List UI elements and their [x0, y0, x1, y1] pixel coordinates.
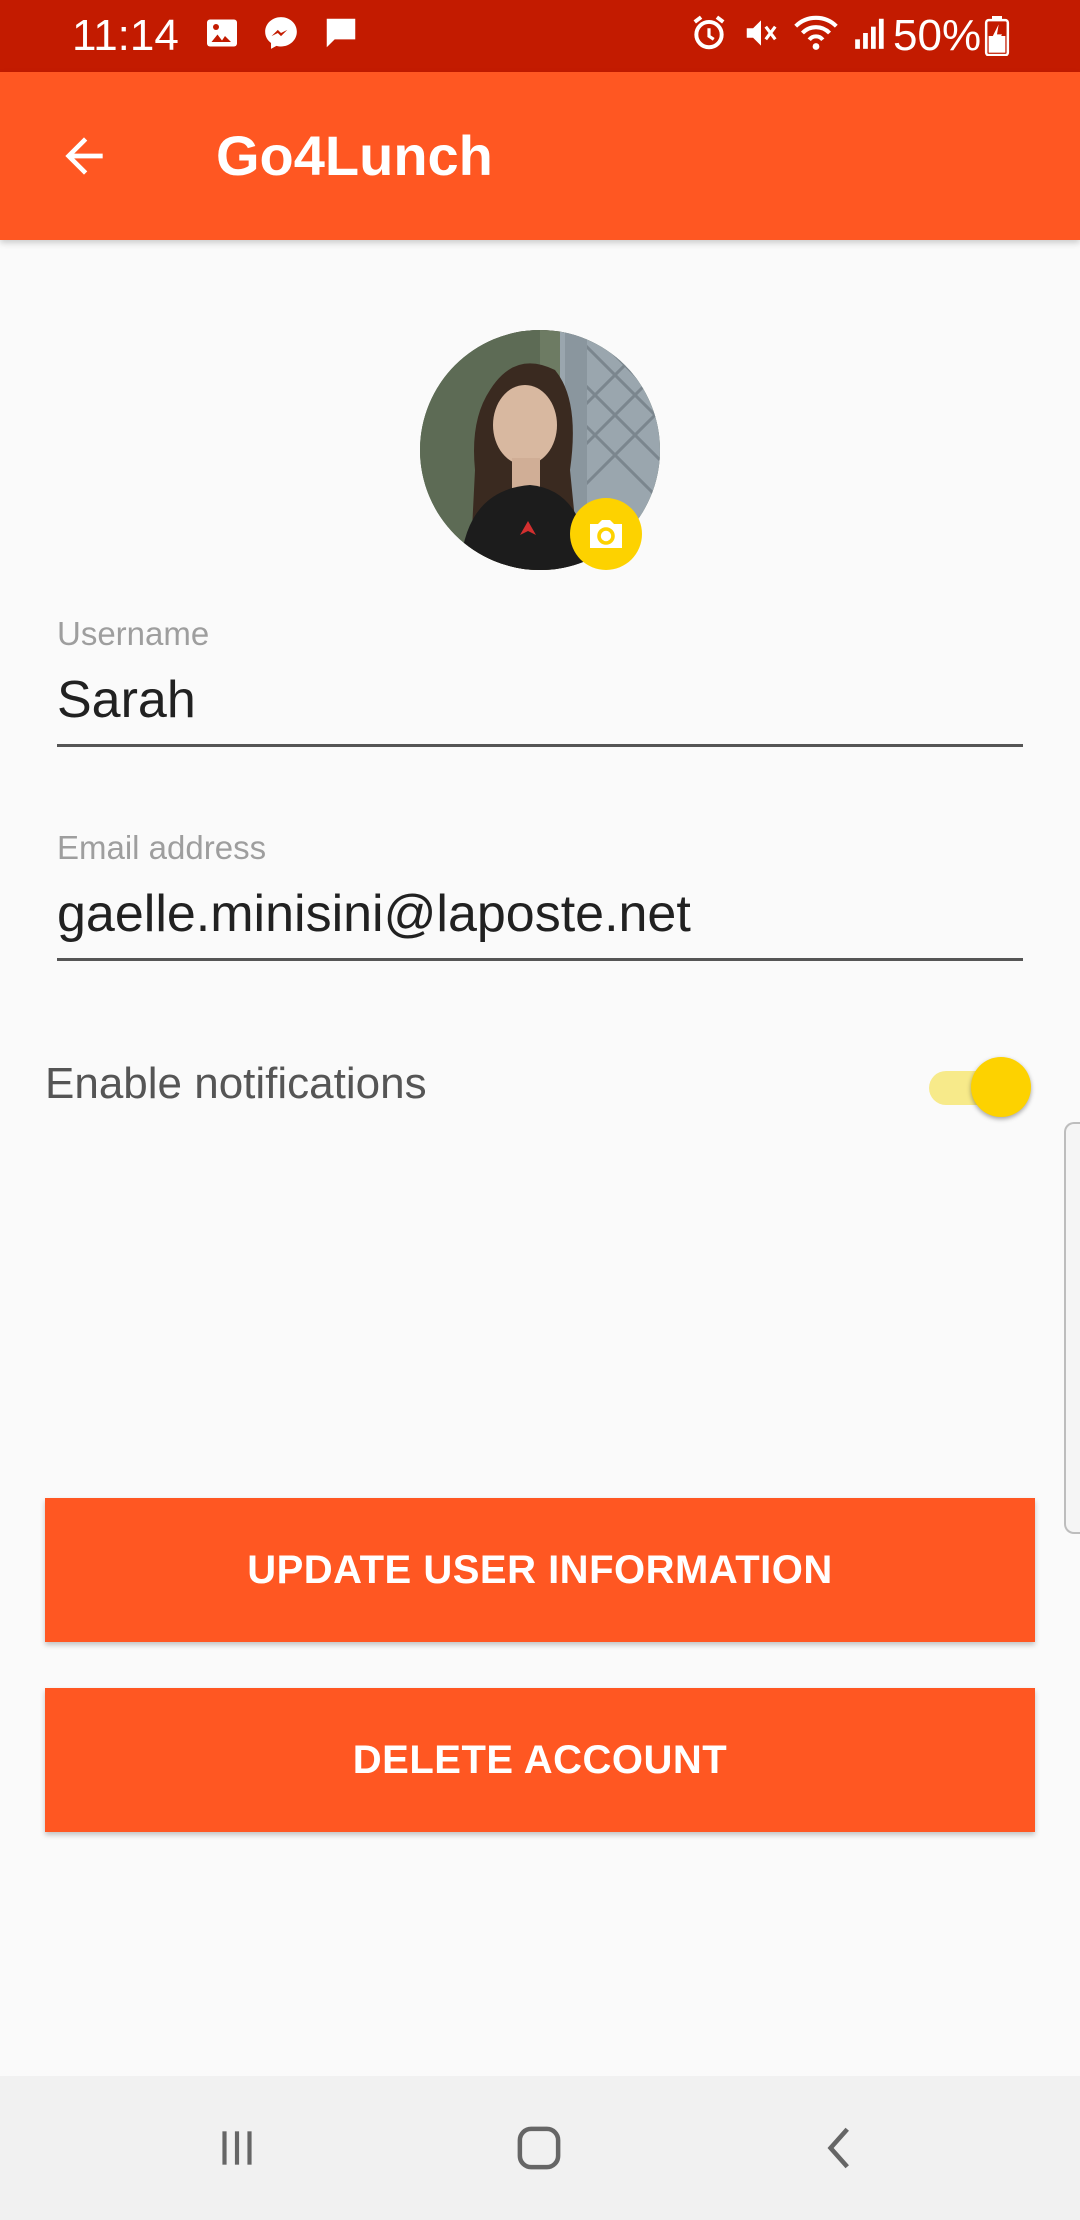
recents-icon: [222, 2131, 252, 2165]
wifi-icon: [794, 14, 838, 57]
home-icon: [517, 2126, 561, 2170]
email-input[interactable]: [57, 868, 1023, 961]
system-nav-bar: [0, 2076, 1080, 2220]
recents-button[interactable]: [192, 2112, 282, 2184]
status-time: 11:14: [72, 11, 179, 60]
camera-icon: [590, 520, 622, 548]
messenger-icon: [262, 14, 300, 57]
notifications-label: Enable notifications: [45, 1059, 427, 1108]
status-left-icons: [204, 14, 360, 57]
screen: 11:14 50% Go4Lunch Username Sarah Email …: [0, 0, 1080, 2220]
status-right-icons: [690, 14, 890, 57]
back-icon: [827, 2127, 849, 2169]
arrow-back-icon: [65, 137, 103, 175]
email-label: Email address: [57, 829, 267, 866]
avatar-container: [420, 330, 660, 570]
back-button[interactable]: [44, 120, 124, 192]
username-field: Username: [57, 614, 1023, 747]
app-bar: Go4Lunch: [0, 72, 1080, 240]
email-field: Email address: [57, 828, 1023, 961]
signal-icon: [852, 14, 890, 57]
switch-thumb: [971, 1057, 1031, 1117]
home-button[interactable]: [494, 2112, 584, 2184]
back-nav-button[interactable]: [796, 2112, 886, 2184]
alarm-icon: [690, 14, 728, 57]
notifications-row: Enable notifications: [45, 1050, 1035, 1120]
delete-account-button[interactable]: DELETE ACCOUNT: [45, 1688, 1035, 1832]
mute-icon: [742, 14, 780, 57]
message-icon: [322, 14, 360, 57]
battery-charging-icon: [984, 16, 1010, 61]
status-bar: 11:14 50%: [0, 0, 1080, 72]
update-user-information-button[interactable]: UPDATE USER INFORMATION: [45, 1498, 1035, 1642]
app-title: Go4Lunch: [216, 124, 493, 187]
battery-percent: 50%: [893, 11, 982, 60]
change-photo-button[interactable]: [570, 498, 642, 570]
username-label: Username: [57, 615, 210, 652]
edge-panel-handle[interactable]: [1064, 1122, 1080, 1534]
image-icon: [204, 15, 240, 56]
username-input[interactable]: [57, 654, 1023, 747]
notifications-switch[interactable]: [929, 1055, 1031, 1117]
